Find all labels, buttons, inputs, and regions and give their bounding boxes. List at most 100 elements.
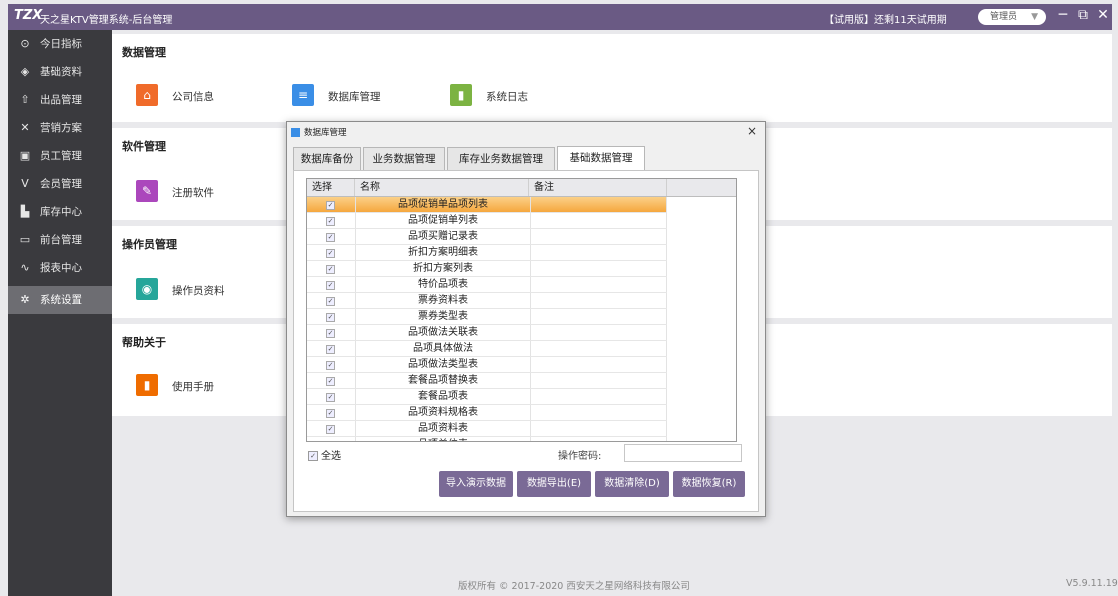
row-note: [529, 437, 667, 441]
table-row[interactable]: ✓ 折扣方案列表: [307, 261, 667, 277]
sidebar-item-label: 前台管理: [40, 234, 82, 246]
row-note: [529, 389, 667, 404]
row-name: 品项做法关联表: [355, 325, 531, 340]
sidebar-item-today[interactable]: ⊙ 今日指标: [8, 30, 112, 58]
sidebar-item-reports[interactable]: ∿ 报表中心: [8, 254, 112, 282]
table-row[interactable]: ✓ 品项促销单列表: [307, 213, 667, 229]
table-row[interactable]: ✓ 品项单位表: [307, 437, 667, 442]
column-header-note[interactable]: 备注: [529, 179, 667, 196]
row-checkbox[interactable]: ✓: [326, 217, 335, 226]
user-dropdown[interactable]: 管理员 ▼: [978, 9, 1046, 25]
row-name: 折扣方案列表: [355, 261, 531, 276]
table-row[interactable]: ✓ 品项做法关联表: [307, 325, 667, 341]
close-icon[interactable]: ✕: [1094, 7, 1112, 23]
row-checkbox[interactable]: ✓: [326, 265, 335, 274]
sidebar-item-products[interactable]: ⇧ 出品管理: [8, 86, 112, 114]
row-checkbox[interactable]: ✓: [326, 441, 335, 442]
table-row[interactable]: ✓ 品项促销单品项列表: [307, 197, 667, 213]
row-name: 品项资料表: [355, 421, 531, 436]
row-name: 品项资料规格表: [355, 405, 531, 420]
password-input[interactable]: [624, 444, 742, 462]
table-row[interactable]: ✓ 套餐品项替换表: [307, 373, 667, 389]
column-header-name[interactable]: 名称: [355, 179, 529, 196]
row-checkbox[interactable]: ✓: [326, 329, 335, 338]
row-checkbox[interactable]: ✓: [326, 313, 335, 322]
version: V5.9.11.19: [1066, 578, 1118, 589]
system-log-tile[interactable]: ▮ 系统日志: [450, 84, 550, 110]
target-icon: ⊙: [20, 37, 30, 50]
database-management-tile[interactable]: ≡ 数据库管理: [292, 84, 402, 110]
sidebar-item-staff[interactable]: ▣ 员工管理: [8, 142, 112, 170]
select-all-checkbox[interactable]: ✓ 全选: [308, 447, 341, 462]
row-checkbox[interactable]: ✓: [326, 409, 335, 418]
table-row[interactable]: ✓ 票券类型表: [307, 309, 667, 325]
row-checkbox[interactable]: ✓: [326, 297, 335, 306]
table-row[interactable]: ✓ 特价品项表: [307, 277, 667, 293]
row-name: 品项单位表: [355, 437, 531, 441]
row-note: [529, 213, 667, 228]
import-demo-data-button[interactable]: 导入演示数据: [439, 471, 513, 497]
operator-info-tile[interactable]: ◉ 操作员资料: [136, 278, 246, 304]
row-name: 套餐品项替换表: [355, 373, 531, 388]
register-software-tile[interactable]: ✎ 注册软件: [136, 180, 236, 206]
tab-basic-data[interactable]: 基础数据管理: [557, 146, 645, 171]
sidebar-item-members[interactable]: V 会员管理: [8, 170, 112, 198]
book-icon: ▮: [450, 84, 472, 106]
select-all-label: 全选: [321, 451, 341, 462]
row-note: [529, 373, 667, 388]
row-checkbox[interactable]: ✓: [326, 377, 335, 386]
row-checkbox[interactable]: ✓: [326, 425, 335, 434]
title-bar: TZX 天之星KTV管理系统-后台管理 【试用版】还剩11天试用期 管理员 ▼ …: [8, 4, 1112, 30]
restore-data-button[interactable]: 数据恢复(R): [673, 471, 745, 497]
company-info-tile[interactable]: ⌂ 公司信息: [136, 84, 236, 110]
data-table[interactable]: 选择 名称 备注 ✓ 品项促销单品项列表 ✓ 品项促销单列表 ✓ 品项买赠记录表 ✓ 折扣方案…: [306, 178, 737, 442]
tab-database-backup[interactable]: 数据库备份: [293, 147, 361, 170]
table-row[interactable]: ✓ 品项买赠记录表: [307, 229, 667, 245]
close-icon[interactable]: ×: [747, 124, 757, 138]
database-icon: ≡: [292, 84, 314, 106]
vertical-scrollbar[interactable]: ▲ ▼: [736, 179, 737, 441]
table-row[interactable]: ✓ 品项资料表: [307, 421, 667, 437]
tile-label: 操作员资料: [172, 285, 225, 297]
sidebar-item-basic-data[interactable]: ◈ 基础资料: [8, 58, 112, 86]
sidebar-item-settings[interactable]: ✲ 系统设置: [8, 286, 112, 314]
user-manual-tile[interactable]: ▮ 使用手册: [136, 374, 236, 400]
table-row[interactable]: ✓ 折扣方案明细表: [307, 245, 667, 261]
edit-icon: ✎: [136, 180, 158, 202]
sidebar-item-label: 报表中心: [40, 262, 82, 274]
row-checkbox[interactable]: ✓: [326, 281, 335, 290]
table-row[interactable]: ✓ 票券资料表: [307, 293, 667, 309]
row-checkbox[interactable]: ✓: [326, 393, 335, 402]
sidebar: ⊙ 今日指标 ◈ 基础资料 ⇧ 出品管理 ✕ 营销方案 ▣ 员工管理 V 会员管理 ▙ 库存中…: [8, 30, 112, 596]
tab-business-data[interactable]: 业务数据管理: [363, 147, 445, 170]
row-checkbox[interactable]: ✓: [326, 249, 335, 258]
sidebar-item-label: 库存中心: [40, 206, 82, 218]
row-note: [529, 405, 667, 420]
row-note: [529, 277, 667, 292]
user-name: 管理员: [990, 12, 1018, 22]
sidebar-item-inventory[interactable]: ▙ 库存中心: [8, 198, 112, 226]
table-row[interactable]: ✓ 品项资料规格表: [307, 405, 667, 421]
sidebar-item-marketing[interactable]: ✕ 营销方案: [8, 114, 112, 142]
sidebar-item-front-desk[interactable]: ▭ 前台管理: [8, 226, 112, 254]
tile-label: 使用手册: [172, 381, 214, 393]
trial-status: 【试用版】还剩11天试用期: [824, 15, 947, 26]
row-checkbox[interactable]: ✓: [326, 345, 335, 354]
export-data-button[interactable]: 数据导出(E): [517, 471, 591, 497]
table-row[interactable]: ✓ 品项具体做法: [307, 341, 667, 357]
row-checkbox[interactable]: ✓: [326, 201, 335, 210]
column-header-select[interactable]: 选择: [307, 179, 355, 196]
section-data-management: 数据管理 ⌂ 公司信息 ≡ 数据库管理 ▮ 系统日志: [112, 34, 1112, 122]
dialog-title: 数据库管理: [291, 126, 347, 138]
tab-inventory-data[interactable]: 库存业务数据管理: [447, 147, 555, 170]
row-checkbox[interactable]: ✓: [326, 361, 335, 370]
minimize-icon[interactable]: ─: [1054, 7, 1072, 23]
manual-icon: ▮: [136, 374, 158, 396]
gear-icon: ✲: [20, 293, 30, 306]
row-checkbox[interactable]: ✓: [326, 233, 335, 242]
table-row[interactable]: ✓ 套餐品项表: [307, 389, 667, 405]
table-row[interactable]: ✓ 品项做法类型表: [307, 357, 667, 373]
restore-icon[interactable]: ⧉: [1074, 7, 1092, 23]
clear-data-button[interactable]: 数据清除(D): [595, 471, 669, 497]
table-header: 选择 名称 备注: [307, 179, 736, 197]
